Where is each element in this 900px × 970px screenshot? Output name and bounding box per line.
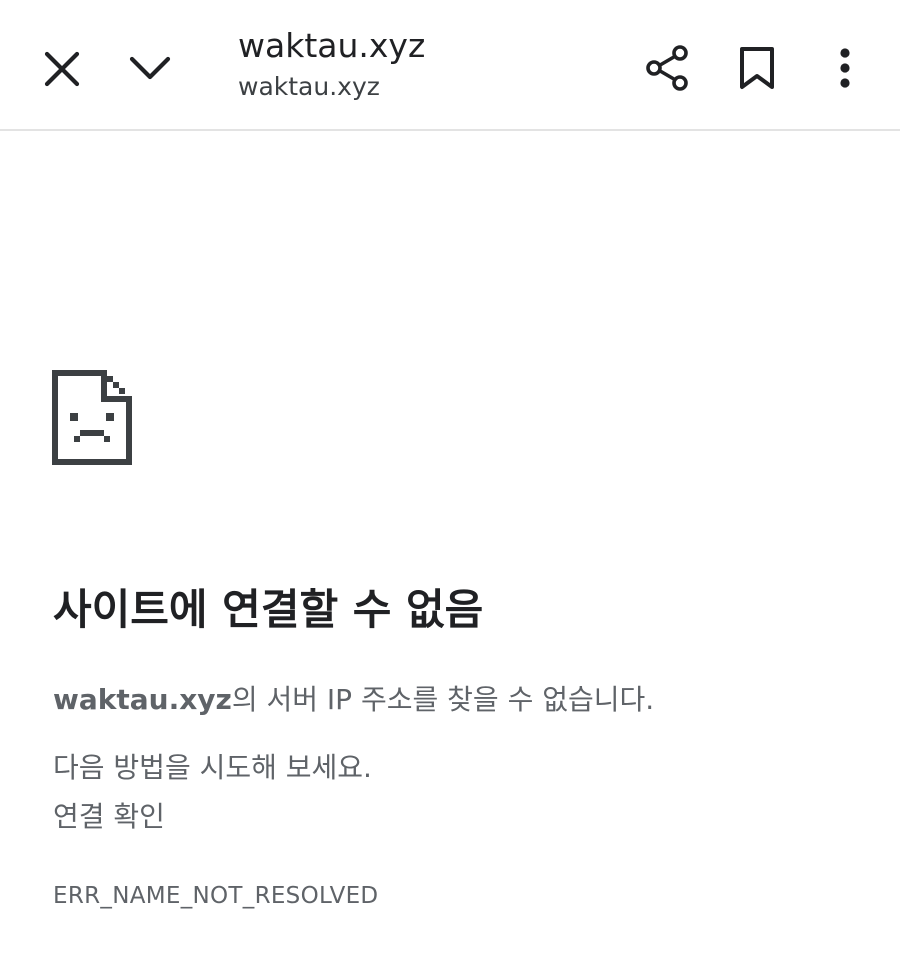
- chevron-down-icon: [129, 56, 171, 80]
- error-host: waktau.xyz: [53, 683, 232, 716]
- error-code: ERR_NAME_NOT_RESOLVED: [53, 883, 379, 909]
- title-area[interactable]: waktau.xyz waktau.xyz: [238, 24, 618, 104]
- close-button[interactable]: [36, 43, 88, 95]
- share-button[interactable]: [641, 41, 695, 95]
- error-description: waktau.xyz의 서버 IP 주소를 찾을 수 없습니다.: [53, 680, 853, 720]
- suggestion-item-check-connection: 연결 확인: [53, 800, 165, 833]
- more-vert-icon: [840, 48, 850, 88]
- custom-tab-toolbar: waktau.xyz waktau.xyz: [0, 0, 900, 131]
- more-options-button[interactable]: [818, 41, 872, 95]
- bookmark-icon: [740, 47, 774, 89]
- page-title: waktau.xyz: [238, 26, 426, 65]
- close-icon: [44, 51, 80, 87]
- page-url: waktau.xyz: [238, 72, 380, 101]
- error-content: 사이트에 연결할 수 없음 waktau.xyz의 서버 IP 주소를 찾을 수…: [53, 578, 853, 912]
- suggestion-intro: 다음 방법을 시도해 보세요.: [53, 751, 372, 784]
- error-heading: 사이트에 연결할 수 없음: [53, 585, 484, 634]
- error-description-text: 의 서버 IP 주소를 찾을 수 없습니다.: [231, 683, 655, 716]
- bookmark-button[interactable]: [730, 41, 784, 95]
- share-icon: [646, 45, 688, 91]
- minimize-button[interactable]: [124, 43, 176, 95]
- sad-page-icon: [52, 370, 132, 465]
